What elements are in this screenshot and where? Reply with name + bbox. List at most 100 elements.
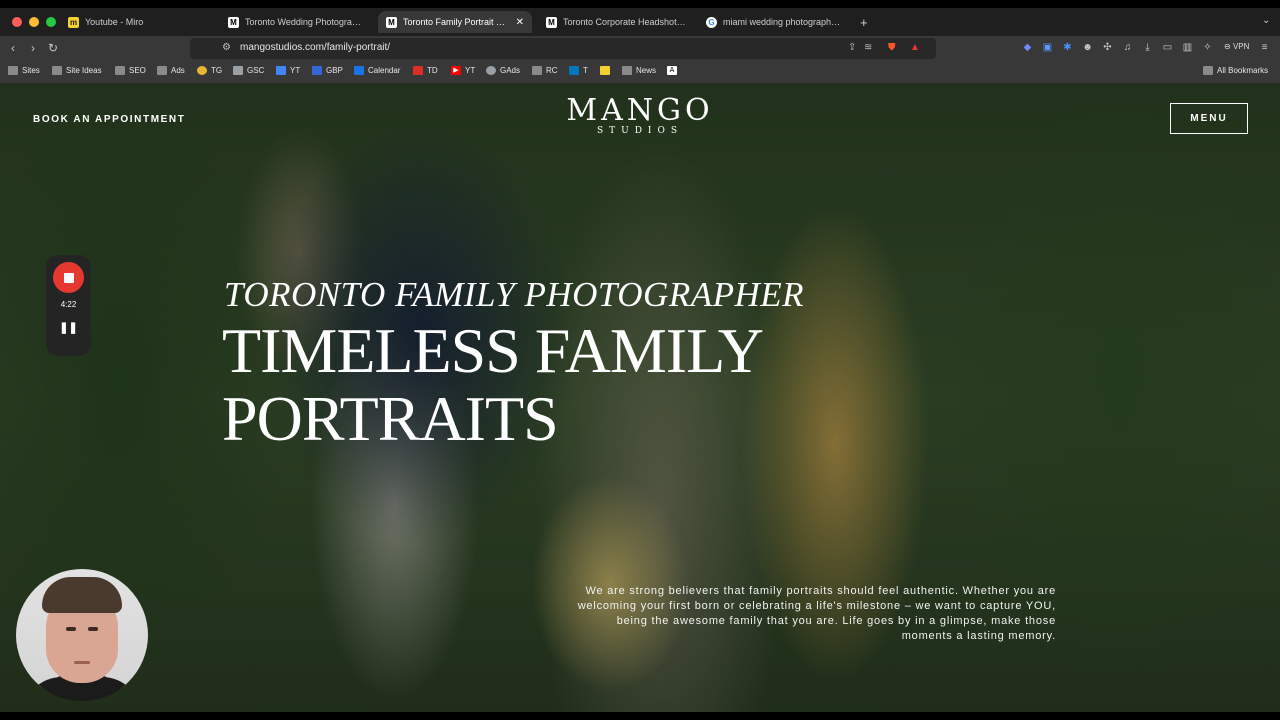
address-bar[interactable]: ⚙ mangostudios.com/family-portrait/ ⇪ ≋ …: [190, 38, 936, 59]
folder-icon: [157, 66, 167, 75]
folder-icon: [1203, 66, 1213, 75]
minimize-window-button[interactable]: [29, 17, 39, 27]
logo-main-text: MANGO: [566, 93, 714, 128]
tab-label: miami wedding photographer - G: [723, 17, 844, 27]
folder-icon: [52, 66, 62, 75]
tab-family-portrait[interactable]: M Toronto Family Portrait Photo ✕: [378, 11, 532, 33]
bookmark-gsc[interactable]: GSC: [233, 66, 264, 75]
extension-translate-icon[interactable]: ▣: [1042, 42, 1053, 53]
miro-icon: [600, 66, 610, 75]
bookmark-a[interactable]: A: [667, 66, 681, 75]
mango-icon: M: [386, 16, 397, 28]
webcam-hair: [42, 577, 122, 613]
bookmark-td[interactable]: TD: [413, 66, 438, 75]
window-controls: [12, 17, 56, 27]
bookmark-calendar[interactable]: Calendar: [354, 66, 400, 75]
mango-icon: M: [546, 16, 557, 28]
headline-line-1: TIMELESS FAMILY: [222, 315, 764, 386]
hero-headline: TIMELESS FAMILY PORTRAITS: [222, 315, 764, 454]
screenshot-icon[interactable]: ▭: [1162, 42, 1173, 53]
stop-icon: [63, 272, 74, 283]
bookmark-site-ideas[interactable]: Site Ideas: [52, 66, 102, 75]
sidebar-icon[interactable]: ▥: [1182, 42, 1193, 53]
browser-menu-icon[interactable]: ≡: [1259, 42, 1270, 53]
back-icon[interactable]: ‹: [11, 41, 15, 55]
tab-youtube-miro[interactable]: m Youtube - Miro: [60, 11, 210, 33]
folder-icon: [8, 66, 18, 75]
extension-gear-icon[interactable]: ✱: [1062, 42, 1073, 53]
book-appointment-link[interactable]: BOOK AN APPOINTMENT: [33, 114, 185, 125]
share-icon[interactable]: ⇪: [848, 42, 856, 53]
url-text[interactable]: mangostudios.com/family-portrait/: [240, 42, 390, 53]
extensions-puzzle-icon[interactable]: ✣: [1102, 42, 1113, 53]
docs-icon: [276, 66, 286, 75]
bookmark-tg[interactable]: TG: [197, 66, 222, 75]
menu-button[interactable]: MENU: [1170, 103, 1248, 134]
bookmark-trello[interactable]: T: [569, 66, 588, 75]
folder-icon: [115, 66, 125, 75]
hero-subtitle: TORONTO FAMILY PHOTOGRAPHER: [224, 275, 804, 314]
extension-tag-icon[interactable]: ◆: [1022, 42, 1033, 53]
leo-ai-icon[interactable]: ✧: [1202, 42, 1213, 53]
bookmark-news[interactable]: News: [622, 66, 656, 75]
google-icon: G: [706, 16, 717, 28]
tab-corporate-headshots[interactable]: M Toronto Corporate Headshots | C: [538, 11, 694, 33]
mango-studios-logo[interactable]: MANGO STUDIOS: [560, 93, 720, 137]
brave-rewards-icon[interactable]: ▲: [910, 42, 920, 53]
tab-search-icon[interactable]: ⌄: [1262, 15, 1270, 26]
trello-icon: [569, 66, 579, 75]
headline-line-2: PORTRAITS: [222, 383, 559, 454]
pause-recording-button[interactable]: ❚❚: [46, 321, 91, 334]
rss-icon[interactable]: ≋: [864, 42, 872, 53]
bookmark-miro[interactable]: [600, 66, 614, 75]
new-tab-icon[interactable]: +: [860, 15, 868, 30]
bookmarks-bar: Sites Site Ideas SEO Ads TG GSC YT GBP C…: [0, 61, 1280, 84]
tab-label: Youtube - Miro: [85, 17, 144, 27]
bookmark-gads[interactable]: GAds: [486, 66, 520, 75]
webcam-eye-left: [66, 627, 76, 631]
youtube-icon: ▶: [451, 66, 461, 75]
maximize-window-button[interactable]: [46, 17, 56, 27]
forward-icon[interactable]: ›: [31, 41, 35, 55]
calendar-icon: [354, 66, 364, 75]
tab-label: Toronto Family Portrait Photo: [403, 17, 508, 27]
bookmark-sites[interactable]: Sites: [8, 66, 40, 75]
webcam-eye-right: [88, 627, 98, 631]
brave-shield-icon[interactable]: ⛊: [888, 42, 896, 53]
gbp-icon: [312, 66, 322, 75]
extension-mask-icon[interactable]: ☻: [1082, 42, 1093, 53]
bookmark-ads[interactable]: Ads: [157, 66, 185, 75]
mango-icon: M: [228, 16, 239, 28]
gads-icon: [486, 66, 496, 75]
website-hero: BOOK AN APPOINTMENT MANGO STUDIOS MENU T…: [0, 84, 1280, 712]
hero-description: We are strong believers that family port…: [577, 585, 1056, 642]
bookmark-all-bookmarks[interactable]: All Bookmarks: [1203, 66, 1268, 75]
media-icon[interactable]: ♫: [1122, 42, 1133, 53]
miro-icon: m: [68, 16, 79, 28]
recording-time: 4:22: [60, 300, 77, 309]
close-window-button[interactable]: [12, 17, 22, 27]
close-tab-icon[interactable]: ✕: [516, 17, 524, 28]
browser-window: m Youtube - Miro M Toronto Wedding Photo…: [0, 0, 1280, 720]
site-info-icon[interactable]: ⚙: [222, 42, 231, 53]
bookmark-youtube[interactable]: ▶ YT: [451, 66, 475, 75]
tab-label: Toronto Corporate Headshots | C: [563, 17, 686, 27]
tab-wedding-photographers[interactable]: M Toronto Wedding Photographers: [220, 11, 370, 33]
tab-google-search[interactable]: G miami wedding photographer - G: [698, 11, 852, 33]
download-icon[interactable]: ⤓: [1142, 42, 1153, 53]
webcam-mouth: [74, 661, 90, 664]
bookmark-seo[interactable]: SEO: [115, 66, 146, 75]
stop-recording-button[interactable]: [53, 262, 84, 293]
vpn-label: VPN: [1232, 42, 1250, 51]
bookmark-yt-docs[interactable]: YT: [276, 66, 300, 75]
bookmark-rc[interactable]: RC: [532, 66, 558, 75]
vpn-button[interactable]: ⊖ VPN: [1224, 42, 1249, 51]
tab-bar: m Youtube - Miro M Toronto Wedding Photo…: [0, 8, 1280, 36]
reload-icon[interactable]: ↻: [48, 41, 58, 55]
browser-toolbar: ‹ › ↻ ⚑ ⚙ mangostudios.com/family-portra…: [0, 36, 1280, 61]
folder-icon: [622, 66, 632, 75]
screen-recorder-widget: 4:22 ❚❚: [46, 255, 91, 356]
gsc-icon: [233, 66, 243, 75]
bookmark-gbp[interactable]: GBP: [312, 66, 343, 75]
pause-icon: ❚❚: [59, 322, 78, 334]
